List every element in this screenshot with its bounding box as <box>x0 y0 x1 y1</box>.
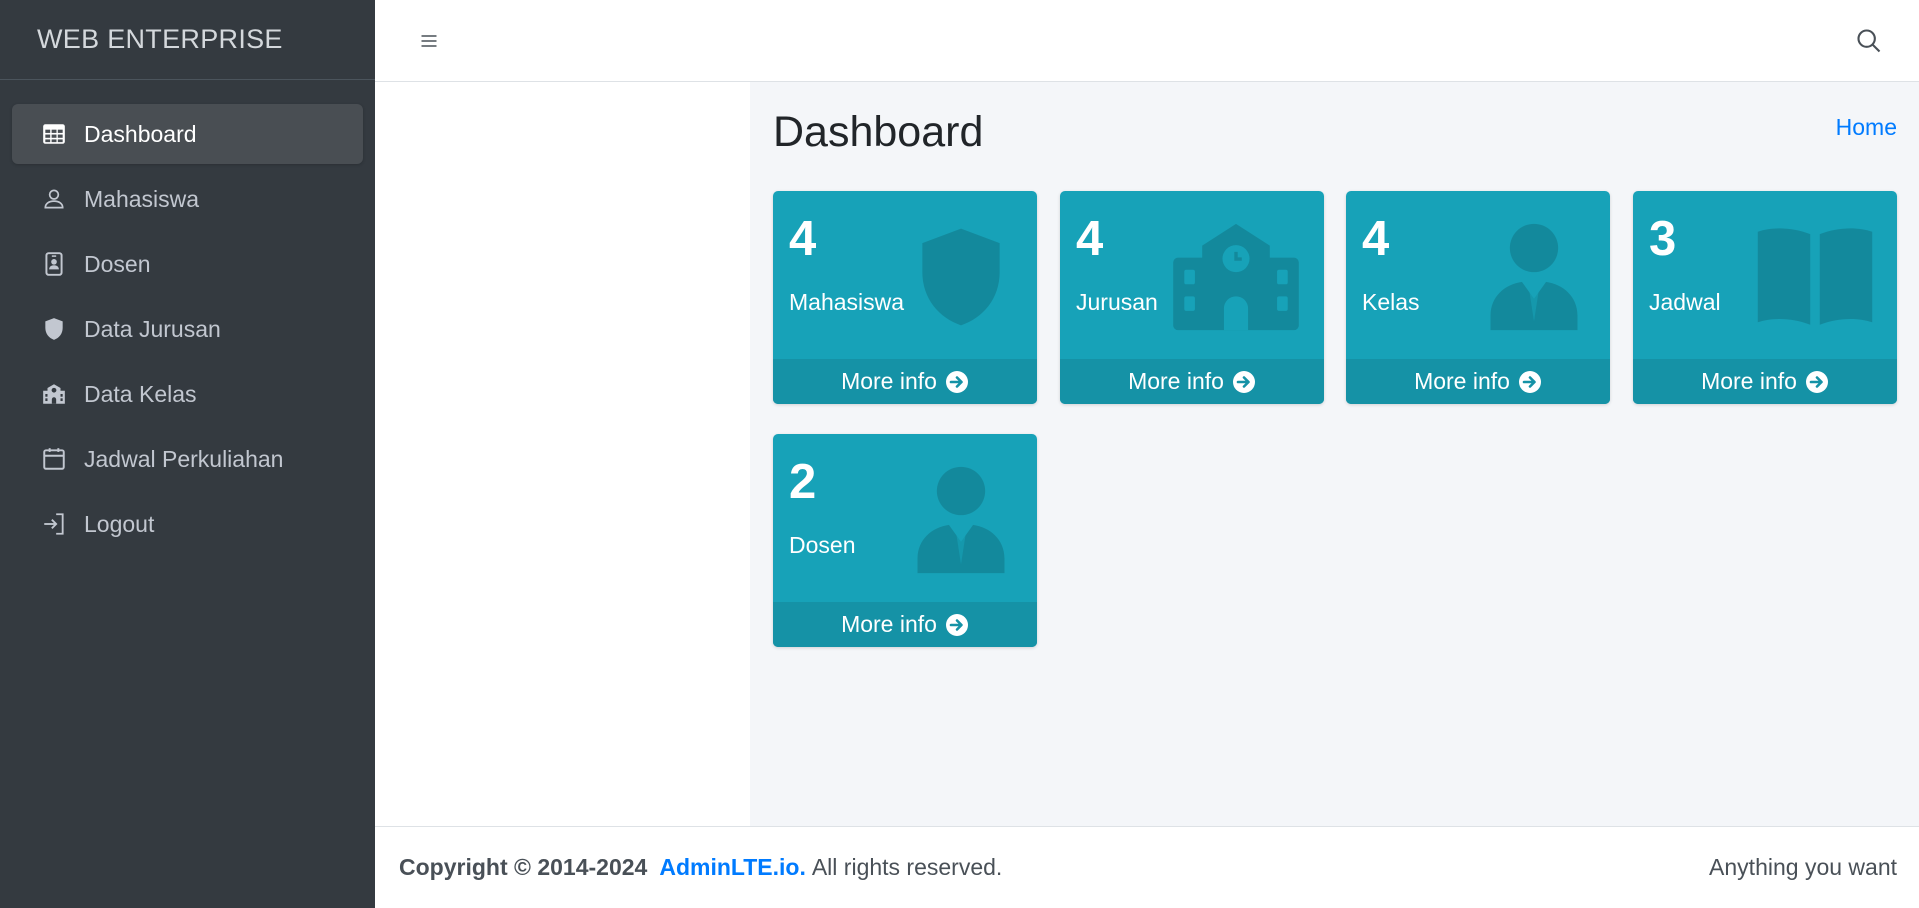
sign-in-icon <box>40 510 68 538</box>
breadcrumb-home-link[interactable]: Home <box>1836 114 1897 141</box>
page-title: Dashboard <box>773 108 984 156</box>
sidebar-item-label: Data Jurusan <box>84 315 221 342</box>
blank-panel <box>375 82 750 826</box>
book-open-icon <box>1757 228 1873 325</box>
sidebar-item-data-jurusan[interactable]: Data Jurusan <box>12 299 363 359</box>
more-info-label: More info <box>1128 368 1224 394</box>
box-value: 2 <box>789 455 817 509</box>
search-icon[interactable] <box>1851 23 1887 59</box>
shield-icon <box>40 315 68 343</box>
sidebar-item-label: Dosen <box>84 250 151 277</box>
main-footer: Copyright © 2014-2024 AdminLTE.io. All r… <box>375 826 1919 908</box>
sidebar-item-label: Mahasiswa <box>84 185 200 212</box>
top-navbar <box>375 0 1919 82</box>
brand[interactable]: WEB ENTERPRISE <box>0 0 375 80</box>
box-value: 4 <box>1362 212 1390 266</box>
small-box-mahasiswa: 4 Mahasiswa More info <box>773 191 1037 404</box>
more-info-link[interactable]: More info <box>1346 359 1610 404</box>
user-tie-icon <box>1490 223 1578 331</box>
arrow-circle-right-icon <box>1518 370 1541 393</box>
user-icon <box>40 185 68 213</box>
hamburger-icon[interactable] <box>413 25 445 57</box>
box-value: 4 <box>789 212 817 266</box>
sidebar-item-label: Data Kelas <box>84 380 197 407</box>
table-icon <box>40 120 68 148</box>
more-info-label: More info <box>841 368 937 394</box>
box-value: 3 <box>1649 212 1677 266</box>
small-box-jadwal: 3 Jadwal More info <box>1633 191 1897 404</box>
box-label: Mahasiswa <box>789 289 905 315</box>
footer-rights: All rights reserved. <box>811 854 1003 880</box>
sidebar-item-label: Jadwal Perkuliahan <box>84 445 284 472</box>
arrow-circle-right-icon <box>1805 370 1828 393</box>
footer-right-text: Anything you want <box>1709 854 1897 880</box>
sidebar-item-data-kelas[interactable]: Data Kelas <box>12 364 363 424</box>
small-box-jurusan: 4 Jurusan More info <box>1060 191 1324 404</box>
small-box-dosen: 2 Dosen More info <box>773 434 1037 647</box>
more-info-link[interactable]: More info <box>1633 359 1897 404</box>
calendar-icon <box>40 445 68 473</box>
small-box-kelas: 4 Kelas More info <box>1346 191 1610 404</box>
sidebar-item-mahasiswa[interactable]: Mahasiswa <box>12 169 363 229</box>
school-icon <box>1173 223 1299 331</box>
more-info-link[interactable]: More info <box>1060 359 1324 404</box>
footer-brand-link[interactable]: AdminLTE.io. <box>659 854 806 881</box>
id-badge-icon <box>40 250 68 278</box>
sidebar-item-label: Logout <box>84 510 155 537</box>
content-wrapper: Dashboard Home 4 Mahasiswa More info 4 J… <box>750 82 1919 826</box>
box-label: Kelas <box>1362 289 1420 315</box>
box-label: Jurusan <box>1076 289 1158 315</box>
more-info-label: More info <box>841 611 937 637</box>
more-info-label: More info <box>1414 368 1510 394</box>
brand-title: WEB ENTERPRISE <box>37 24 283 54</box>
box-value: 4 <box>1076 212 1104 266</box>
more-info-link[interactable]: More info <box>773 602 1037 647</box>
box-label: Dosen <box>789 532 856 558</box>
sidebar-item-dashboard[interactable]: Dashboard <box>12 104 363 164</box>
sidebar-item-dosen[interactable]: Dosen <box>12 234 363 294</box>
arrow-circle-right-icon <box>945 370 968 393</box>
sidebar-item-logout[interactable]: Logout <box>12 494 363 554</box>
sidebar-nav: Dashboard Mahasiswa Dosen Data Jurusan D… <box>0 80 375 554</box>
more-info-label: More info <box>1701 368 1797 394</box>
user-tie-icon <box>917 466 1005 574</box>
school-icon <box>40 380 68 408</box>
arrow-circle-right-icon <box>945 613 968 636</box>
sidebar-item-jadwal-perkuliahan[interactable]: Jadwal Perkuliahan <box>12 429 363 489</box>
footer-copyright: Copyright © 2014-2024 <box>399 854 648 880</box>
arrow-circle-right-icon <box>1232 370 1255 393</box>
sidebar-item-label: Dashboard <box>84 120 197 147</box>
shield-icon <box>922 228 1000 326</box>
sidebar: WEB ENTERPRISE Dashboard Mahasiswa Dosen… <box>0 0 375 908</box>
more-info-link[interactable]: More info <box>773 359 1037 404</box>
box-label: Jadwal <box>1649 289 1721 315</box>
